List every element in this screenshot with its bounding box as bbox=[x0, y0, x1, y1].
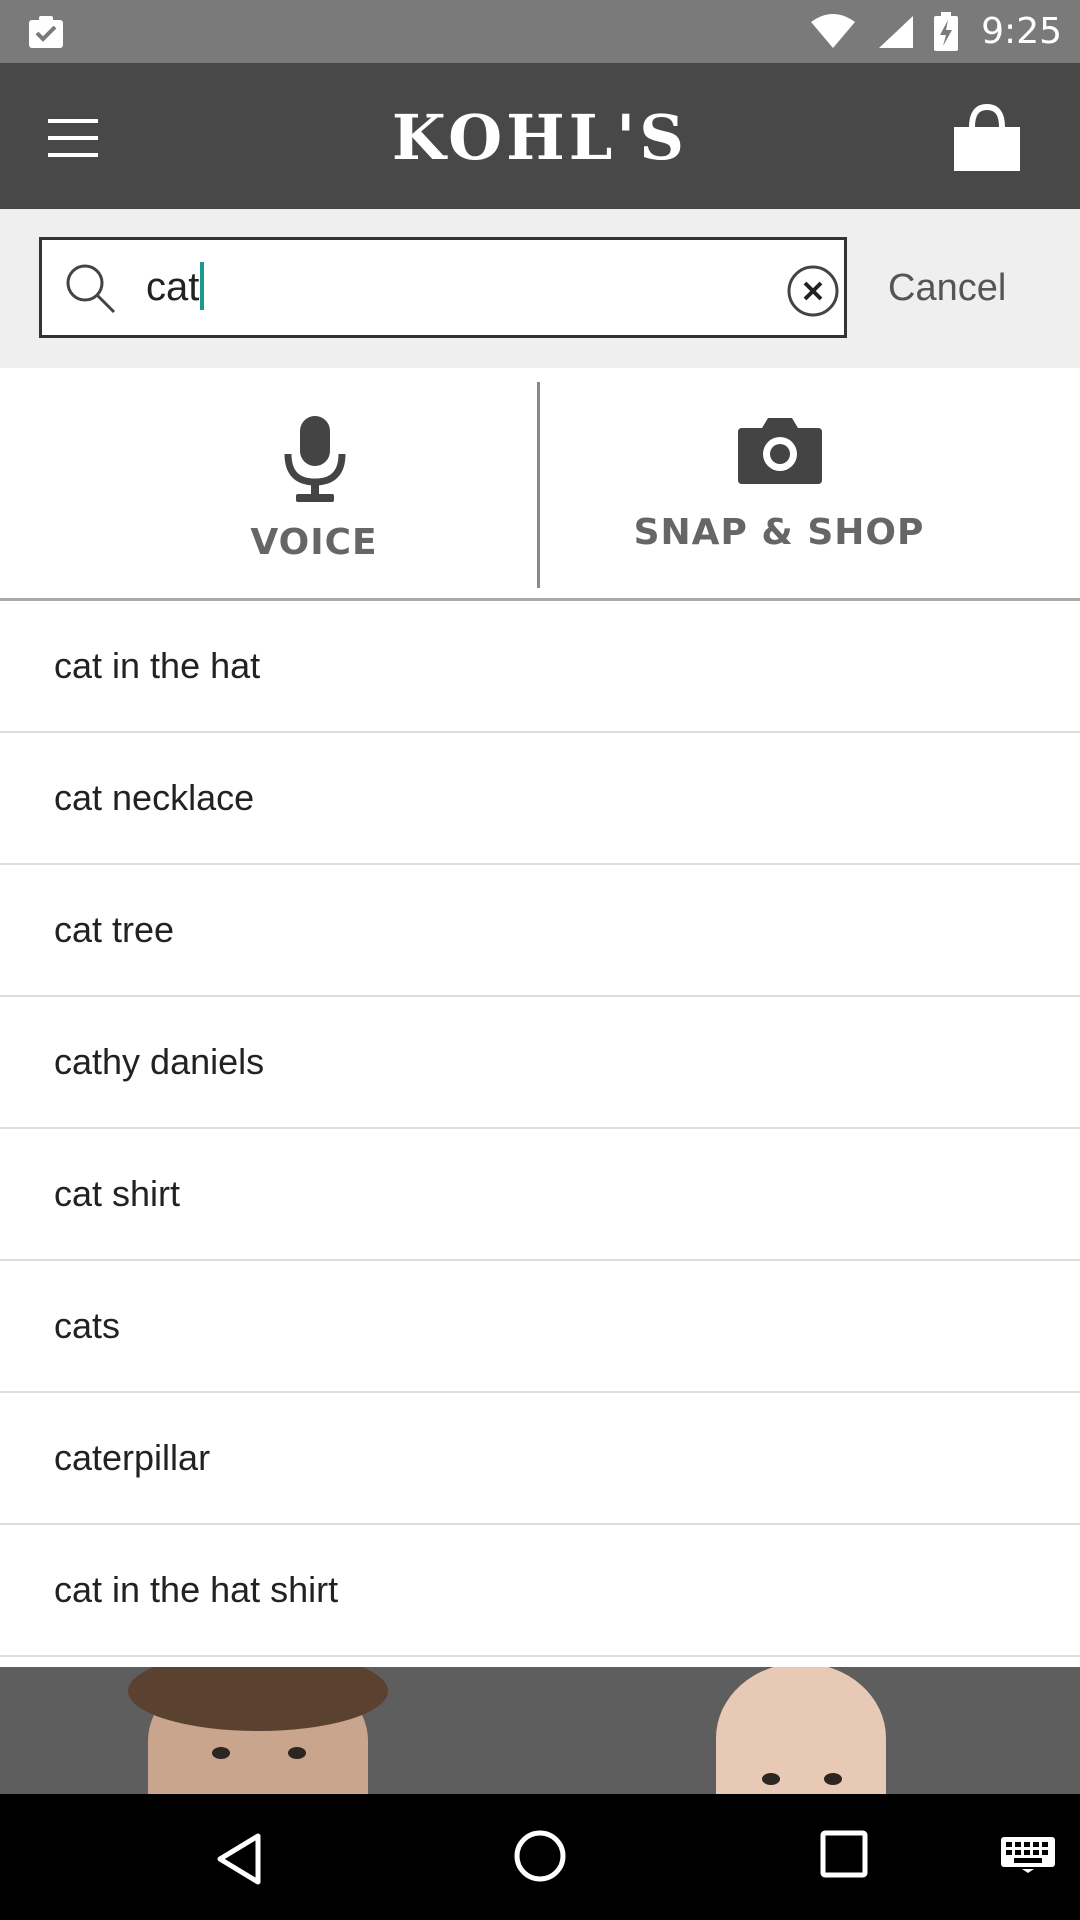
shopping-bag-icon[interactable] bbox=[950, 103, 1024, 173]
product-image-eye bbox=[762, 1773, 780, 1785]
battery-charging-icon bbox=[934, 11, 959, 51]
microphone-icon bbox=[284, 416, 346, 502]
recent-apps-icon[interactable] bbox=[820, 1830, 868, 1878]
clipboard-check-icon bbox=[29, 16, 63, 48]
search-tools: VOICE SNAP & SHOP bbox=[0, 368, 1080, 601]
text-cursor bbox=[200, 262, 205, 311]
product-image-eye bbox=[212, 1747, 230, 1759]
status-icons: 9:25 bbox=[809, 0, 1062, 63]
camera-icon bbox=[738, 418, 822, 484]
product-image-hair bbox=[128, 1667, 388, 1731]
search-area: cat Cancel bbox=[0, 209, 1080, 368]
suggestion-item[interactable]: cat tree bbox=[0, 865, 1080, 997]
suggestion-item[interactable]: cat in the hat shirt bbox=[0, 1525, 1080, 1657]
search-icon bbox=[66, 264, 116, 314]
suggestion-item[interactable]: cathy daniels bbox=[0, 997, 1080, 1129]
status-bar: 9:25 bbox=[0, 0, 1080, 63]
suggestion-item[interactable]: cats bbox=[0, 1261, 1080, 1393]
hamburger-menu-icon[interactable] bbox=[46, 117, 100, 159]
suggestion-item[interactable]: cat in the hat bbox=[0, 601, 1080, 733]
wifi-icon bbox=[811, 13, 856, 48]
product-image-child bbox=[128, 1667, 388, 1794]
keyboard-icon[interactable] bbox=[1000, 1836, 1056, 1874]
app-header: KOHL'S bbox=[0, 63, 1080, 209]
background-content bbox=[0, 1667, 1080, 1794]
home-icon[interactable] bbox=[512, 1828, 568, 1884]
search-input[interactable]: cat bbox=[39, 237, 847, 338]
product-image-baby bbox=[716, 1667, 886, 1794]
status-time: 9:25 bbox=[981, 11, 1062, 52]
voice-label: VOICE bbox=[250, 522, 378, 563]
product-image-eye bbox=[824, 1773, 842, 1785]
back-icon[interactable] bbox=[210, 1830, 268, 1888]
suggestion-item[interactable]: caterpillar bbox=[0, 1393, 1080, 1525]
kohls-logo[interactable]: KOHL'S bbox=[380, 103, 700, 173]
search-value-text: cat bbox=[146, 265, 200, 309]
system-nav-bar bbox=[0, 1794, 1080, 1920]
cancel-button[interactable]: Cancel bbox=[888, 209, 1006, 368]
suggestion-item[interactable]: cat necklace bbox=[0, 733, 1080, 865]
suggestion-list: cat in the hat cat necklace cat tree cat… bbox=[0, 601, 1080, 1657]
voice-search-button[interactable] bbox=[0, 368, 537, 598]
search-input-value[interactable]: cat bbox=[146, 240, 205, 335]
clear-circle-icon[interactable] bbox=[786, 264, 840, 318]
product-image-eye bbox=[288, 1747, 306, 1759]
suggestion-item[interactable]: cat shirt bbox=[0, 1129, 1080, 1261]
signal-icon bbox=[879, 15, 914, 48]
snap-and-shop-label: SNAP & SHOP bbox=[633, 512, 925, 553]
